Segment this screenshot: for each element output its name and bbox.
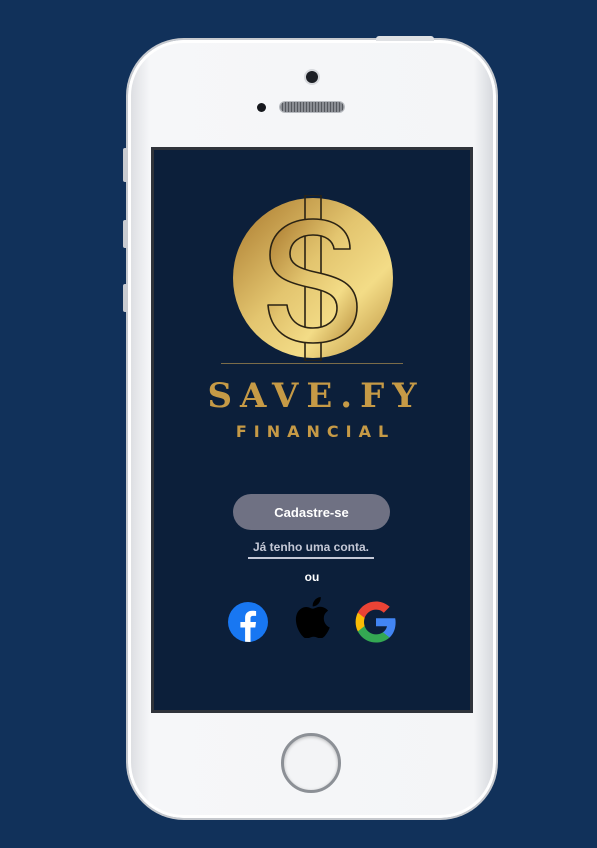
earpiece-speaker	[280, 102, 344, 112]
google-icon[interactable]	[355, 601, 397, 643]
brand-tagline: FINANCIAL	[235, 422, 396, 441]
app-screen: SAVE.FY FINANCIAL Cadastre-se Já tenho u…	[151, 147, 473, 713]
apple-icon[interactable]	[291, 596, 333, 638]
volume-down-button	[123, 284, 128, 312]
front-camera	[306, 71, 318, 83]
brand-name: SAVE.FY	[207, 376, 425, 416]
phone-mockup: SAVE.FY FINANCIAL Cadastre-se Já tenho u…	[123, 36, 496, 818]
facebook-icon[interactable]	[227, 601, 269, 643]
or-separator: ou	[304, 570, 320, 584]
volume-up-button	[123, 220, 128, 248]
power-button	[376, 36, 434, 41]
logo-divider	[221, 363, 403, 364]
login-link[interactable]: Já tenho uma conta.	[248, 540, 374, 559]
mute-switch	[123, 148, 128, 182]
proximity-sensor	[257, 103, 266, 112]
home-button	[281, 733, 341, 793]
signup-button[interactable]: Cadastre-se	[233, 494, 390, 530]
dollar-coin-icon	[233, 195, 393, 361]
